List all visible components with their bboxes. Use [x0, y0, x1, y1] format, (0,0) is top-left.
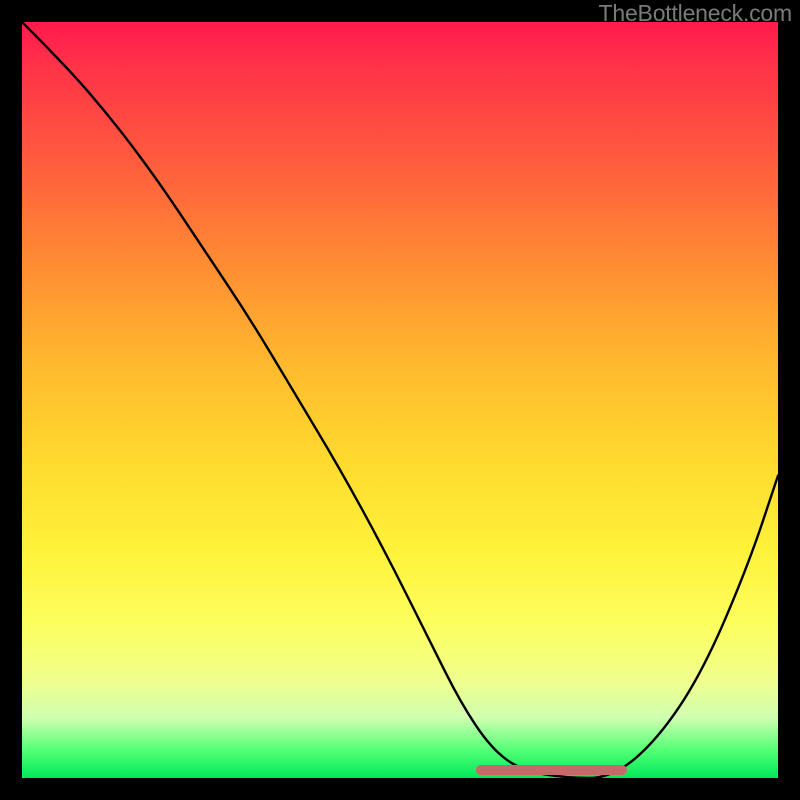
plot-area: [22, 22, 778, 778]
outer-frame: TheBottleneck.com: [0, 0, 800, 800]
bottleneck-curve: [22, 22, 778, 778]
watermark-text: TheBottleneck.com: [599, 0, 792, 27]
valley-marker: [476, 765, 627, 775]
